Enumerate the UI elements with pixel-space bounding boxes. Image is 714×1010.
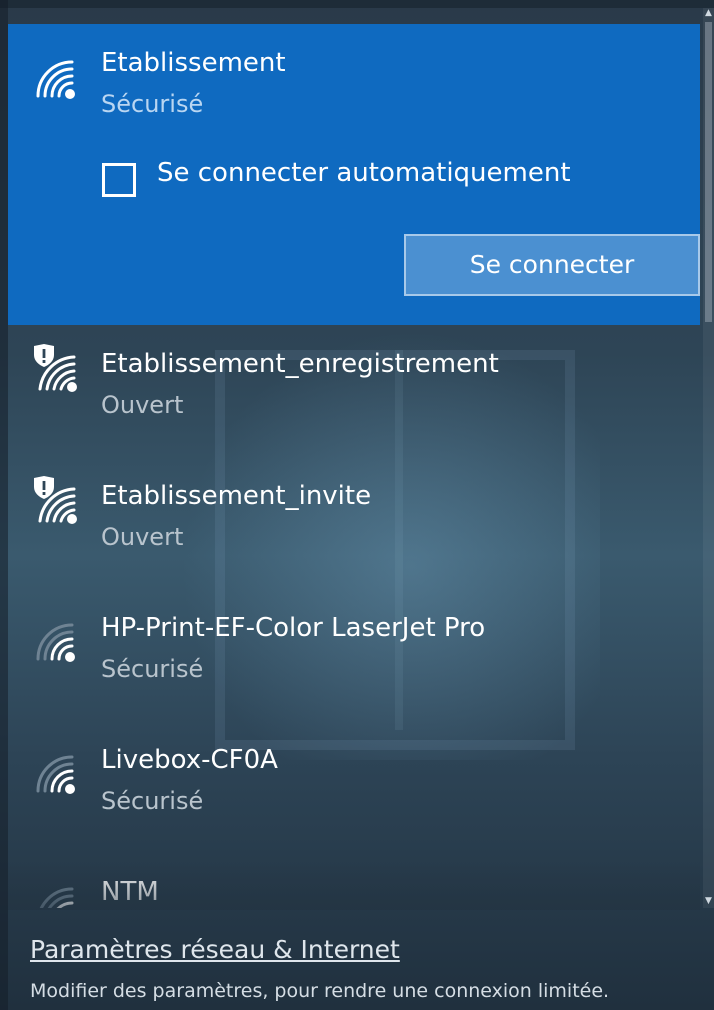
list-item[interactable]: Etablissement_invite Ouvert: [8, 467, 700, 597]
network-name: Etablissement_enregistrement: [101, 349, 499, 379]
list-item[interactable]: Livebox-CF0A Sécurisé: [8, 731, 700, 861]
auto-connect-checkbox[interactable]: [102, 163, 136, 197]
wifi-signal-icon: [36, 755, 75, 794]
network-name: Livebox-CF0A: [101, 745, 278, 775]
wifi-open-shield-icon: [34, 476, 77, 524]
selected-network-item[interactable]: Etablissement Sécurisé Se connecter auto…: [8, 24, 700, 325]
list-item[interactable]: NTM: [8, 863, 700, 908]
wifi-secured-icon: [36, 60, 75, 99]
network-status: Ouvert: [101, 523, 184, 551]
network-status: Ouvert: [101, 391, 184, 419]
network-name: Etablissement: [101, 48, 286, 78]
network-settings-link[interactable]: Paramètres réseau & Internet: [30, 935, 400, 964]
network-name: HP-Print-EF-Color LaserJet Pro: [101, 613, 486, 643]
network-status: Sécurisé: [101, 787, 204, 815]
list-item[interactable]: Etablissement_enregistrement Ouvert: [8, 335, 700, 465]
connect-button[interactable]: Se connecter: [404, 234, 700, 296]
wifi-open-shield-icon: [34, 344, 77, 392]
auto-connect-label[interactable]: Se connecter automatiquement: [157, 158, 571, 188]
network-name: Etablissement_invite: [101, 481, 372, 511]
network-status: Sécurisé: [101, 655, 204, 683]
network-settings-description: Modifier des paramètres, pour rendre une…: [30, 980, 610, 1002]
scroll-up-arrow-icon[interactable]: ▲: [704, 8, 713, 18]
scroll-thumb[interactable]: [705, 22, 712, 322]
network-status: Sécurisé: [101, 90, 204, 118]
list-item[interactable]: HP-Print-EF-Color LaserJet Pro Sécurisé: [8, 599, 700, 729]
scroll-down-arrow-icon[interactable]: ▼: [704, 896, 713, 906]
scrollbar[interactable]: ▲ ▼: [703, 8, 714, 908]
wifi-signal-icon: [36, 623, 75, 662]
left-edge: [0, 0, 8, 1010]
wifi-signal-icon: [39, 887, 74, 908]
top-edge: [0, 0, 714, 8]
network-name: NTM: [101, 877, 159, 907]
